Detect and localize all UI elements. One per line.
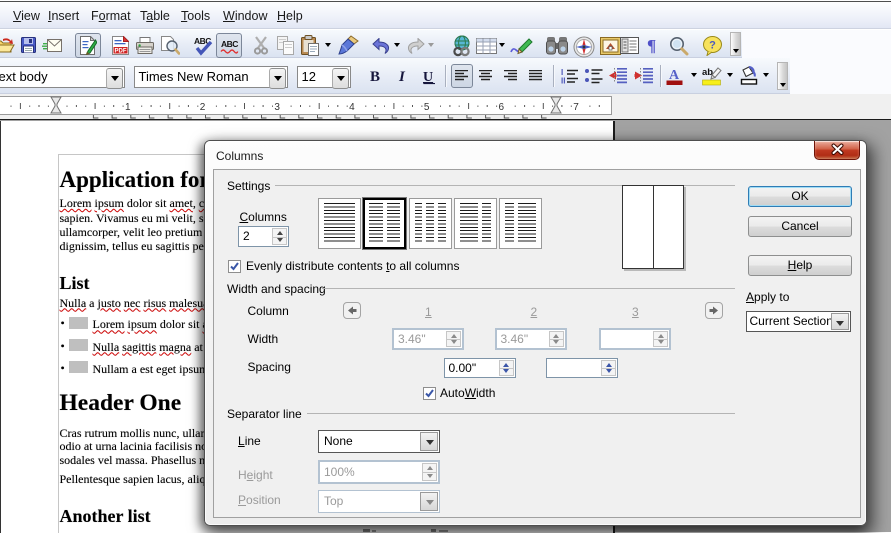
svg-text:ABC: ABC [221,39,238,49]
svg-text:B: B [370,69,380,84]
svg-text:II: II [561,77,565,85]
svg-text:2: 2 [200,102,206,113]
svg-text:3: 3 [274,102,280,113]
svg-text:7: 7 [573,102,579,113]
svg-text:U: U [423,70,433,85]
svg-text:?: ? [709,40,716,52]
svg-text:4: 4 [349,102,355,113]
svg-text:1: 1 [125,102,131,113]
svg-text:5: 5 [424,102,430,113]
svg-text:¶: ¶ [647,37,656,54]
svg-text:I: I [398,69,406,84]
svg-text:PDF: PDF [115,48,127,54]
svg-text:6: 6 [499,102,505,113]
